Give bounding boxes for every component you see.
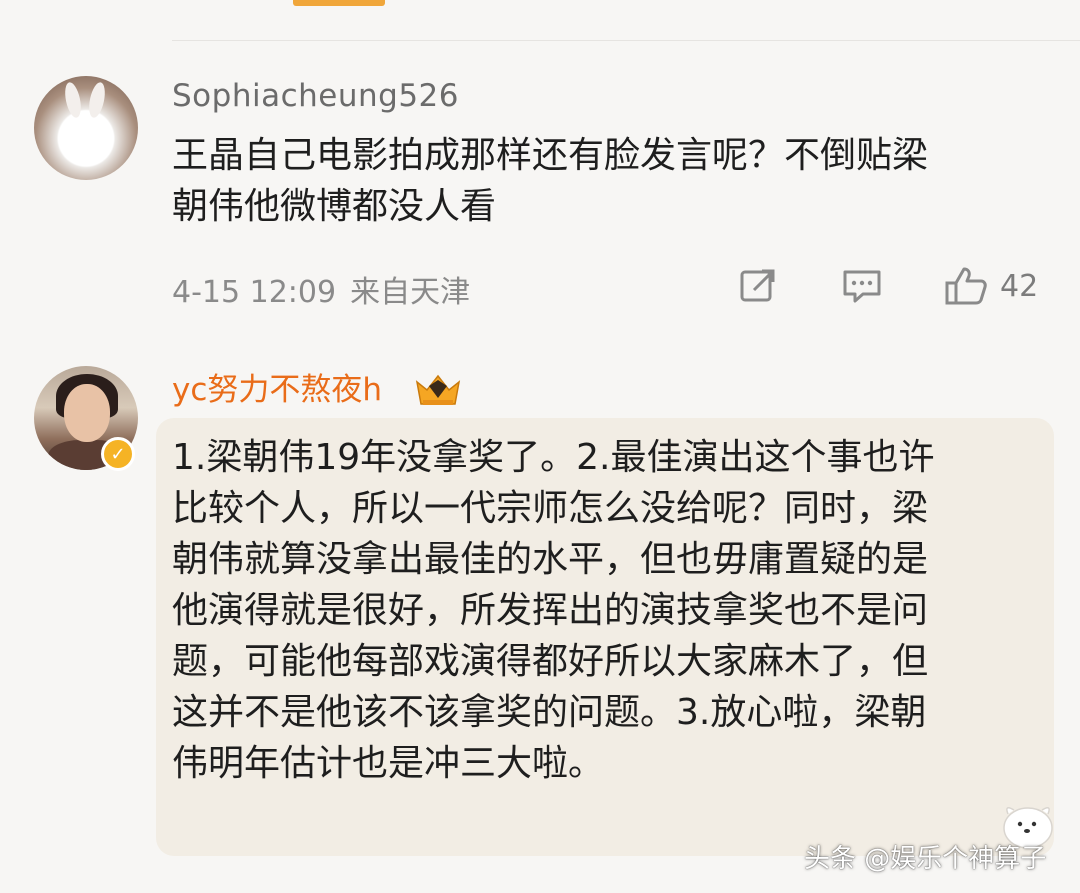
like-count: 42: [1000, 268, 1039, 304]
verified-badge-icon: ✓: [101, 437, 135, 471]
comment-time: 4-15 12:09: [172, 275, 337, 310]
reply-button[interactable]: [841, 266, 883, 306]
comment-text: 1.梁朝伟19年没拿奖了。2.最佳演出这个事也许 比较个人，所以一代宗师怎么没给…: [172, 437, 935, 784]
avatar-face: [64, 384, 110, 442]
comment-username[interactable]: yc努力不熬夜h: [172, 370, 382, 410]
divider: [172, 40, 1080, 41]
avatar-ear: [86, 80, 108, 120]
reply-icon: [843, 270, 881, 303]
crown-badge-icon: [415, 374, 461, 405]
like-icon: [945, 267, 987, 305]
comment-username[interactable]: Sophiacheung526: [172, 76, 459, 116]
comment-text: 王晶自己电影拍成那样还有脸发言呢？不倒贴梁 朝伟他微博都没人看: [172, 135, 929, 227]
comment-location: 来自天津: [350, 275, 471, 310]
watermark: 头条 @娱乐个神算子: [804, 844, 1047, 874]
comment-meta: 4-15 12:09 来自天津: [172, 267, 470, 311]
like-button[interactable]: 42: [944, 266, 1038, 306]
share-button[interactable]: [738, 266, 778, 306]
avatar-ear: [62, 80, 84, 120]
avatar[interactable]: [34, 76, 138, 180]
top-accent-bar: [293, 0, 385, 6]
share-icon: [740, 269, 775, 302]
